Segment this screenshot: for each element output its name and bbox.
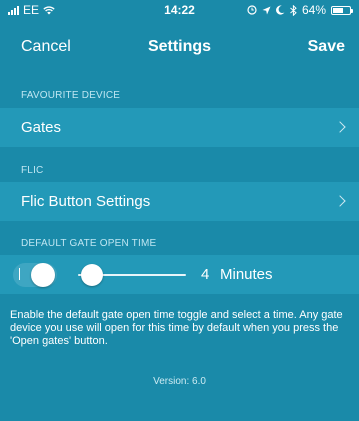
battery-icon [331,5,353,15]
gates-row[interactable]: Gates [0,108,359,147]
cancel-button[interactable]: Cancel [21,38,71,56]
gate-open-time-slider[interactable] [78,264,186,286]
slider-value: 4 [201,266,210,283]
flic-header: FLIC [21,165,44,176]
gate-open-time-description: Enable the default gate open time toggle… [10,309,343,347]
gates-row-label: Gates [21,119,62,136]
chevron-right-icon [334,121,346,133]
chevron-right-icon [334,195,346,207]
version-label: Version: 6.0 [153,376,206,387]
battery-fill [333,7,343,13]
alarm-icon [247,5,257,15]
flic-button-settings-row[interactable]: Flic Button Settings [0,182,359,221]
flic-row-label: Flic Button Settings [21,193,151,210]
status-bar: EE 14:22 64% [0,0,359,18]
toggle-on-mark [19,268,20,280]
slider-thumb[interactable] [81,264,103,286]
default-gate-open-time-header: DEFAULT GATE OPEN TIME [21,238,157,249]
location-icon [262,6,271,14]
do-not-disturb-icon [276,5,285,15]
save-button[interactable]: Save [308,38,345,56]
gate-open-time-toggle[interactable] [13,263,57,287]
navigation-bar: Cancel Settings Save [0,28,359,64]
slider-unit: Minutes [220,266,273,283]
toggle-knob[interactable] [31,263,55,287]
favourite-device-header: FAVOURITE DEVICE [21,90,121,101]
bluetooth-icon [290,4,297,16]
gate-open-time-row: 4 Minutes [0,255,359,294]
battery-percent: 64% [301,3,326,17]
status-right: 64% [247,3,353,17]
